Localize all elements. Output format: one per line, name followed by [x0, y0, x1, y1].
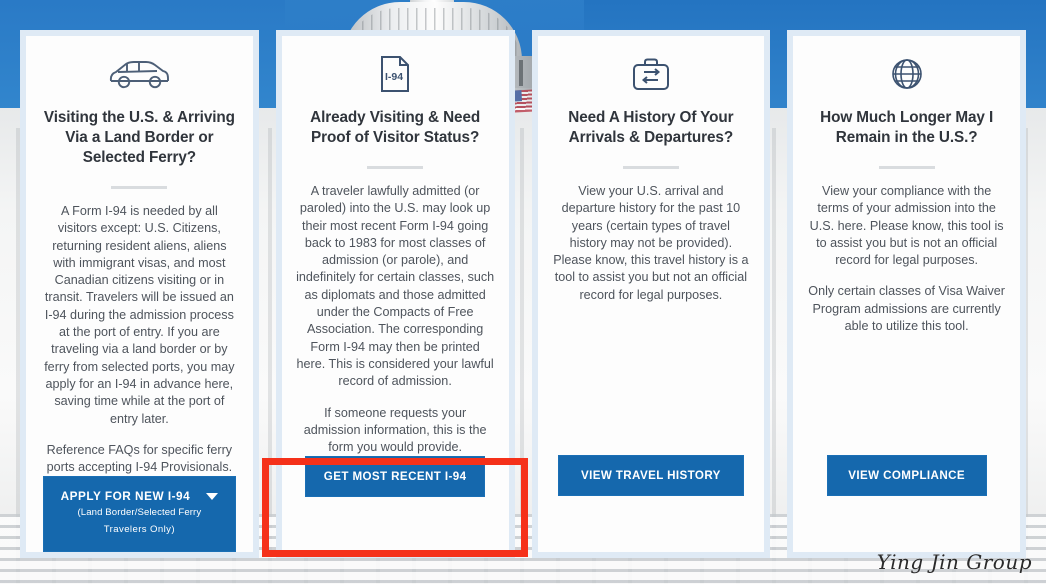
- card-body: View your compliance with the terms of y…: [807, 183, 1006, 335]
- card-body: View your U.S. arrival and departure his…: [552, 183, 751, 304]
- card-paragraph: If someone requests your admission infor…: [303, 405, 487, 455]
- apply-button-subtext-1: (Land Border/Selected Ferry: [77, 507, 202, 519]
- chevron-down-icon: [206, 492, 219, 500]
- card-apply-new-i94[interactable]: Visiting the U.S. & Arriving Via a Land …: [20, 30, 259, 558]
- card-view-compliance[interactable]: How Much Longer May I Remain in the U.S.…: [787, 30, 1026, 558]
- card-get-most-recent-i94[interactable]: I-94 Already Visiting & Need Proof of Vi…: [275, 30, 515, 558]
- card-button-slot: APPLY FOR NEW I-94 (Land Border/Selected…: [40, 476, 239, 576]
- briefcase-exchange-icon: [631, 52, 671, 96]
- i94-document-icon: I-94: [379, 52, 411, 96]
- title-divider: [111, 186, 168, 189]
- card-paragraph: A Form I-94 is needed by all visitors ex…: [44, 204, 235, 426]
- card-button-slot: VIEW TRAVEL HISTORY: [552, 455, 751, 552]
- view-travel-history-label: VIEW TRAVEL HISTORY: [580, 469, 721, 482]
- card-paragraph: View your compliance with the terms of y…: [809, 184, 1004, 268]
- card-button-slot: VIEW COMPLIANCE: [807, 455, 1006, 552]
- view-compliance-label: VIEW COMPLIANCE: [848, 469, 966, 482]
- card-title: How Much Longer May I Remain in the U.S.…: [820, 109, 994, 146]
- title-divider: [878, 166, 935, 169]
- card-body: A traveler lawfully admitted (or paroled…: [296, 183, 495, 456]
- page-root: Visiting the U.S. & Arriving Via a Land …: [0, 0, 1046, 584]
- watermark: Ying Jin Group: [876, 550, 1032, 574]
- card-title: Need A History Of Your Arrivals & Depart…: [568, 109, 734, 146]
- get-most-recent-i94-button[interactable]: GET MOST RECENT I-94: [305, 456, 486, 498]
- card-title: Visiting the U.S. & Arriving Via a Land …: [43, 109, 235, 166]
- card-paragraph: Only certain classes of Visa Waiver Prog…: [808, 284, 1005, 334]
- title-divider: [367, 166, 424, 169]
- card-button-slot: GET MOST RECENT I-94: [296, 456, 495, 553]
- globe-icon: [890, 52, 924, 96]
- card-row: Visiting the U.S. & Arriving Via a Land …: [0, 0, 1046, 584]
- card-title: Already Visiting & Need Proof of Visitor…: [310, 109, 481, 146]
- card-paragraph: Reference FAQs for specific ferry ports …: [46, 442, 233, 475]
- car-icon: [107, 52, 171, 96]
- card-paragraph: View your U.S. arrival and departure his…: [553, 184, 749, 302]
- apply-button-subtext-2: Travelers Only): [103, 524, 175, 536]
- get-most-recent-i94-label: GET MOST RECENT I-94: [323, 470, 467, 484]
- view-travel-history-button[interactable]: VIEW TRAVEL HISTORY: [557, 455, 744, 496]
- card-view-travel-history[interactable]: Need A History Of Your Arrivals & Depart…: [531, 30, 771, 558]
- title-divider: [622, 166, 679, 169]
- view-compliance-button[interactable]: VIEW COMPLIANCE: [826, 455, 987, 496]
- card-paragraph: A traveler lawfully admitted (or paroled…: [296, 184, 495, 389]
- card-body: A Form I-94 is needed by all visitors ex…: [40, 203, 239, 476]
- apply-for-new-i94-label: APPLY FOR NEW I-94: [60, 489, 191, 504]
- svg-text:I-94: I-94: [385, 71, 403, 83]
- apply-for-new-i94-button[interactable]: APPLY FOR NEW I-94 (Land Border/Selected…: [42, 476, 236, 553]
